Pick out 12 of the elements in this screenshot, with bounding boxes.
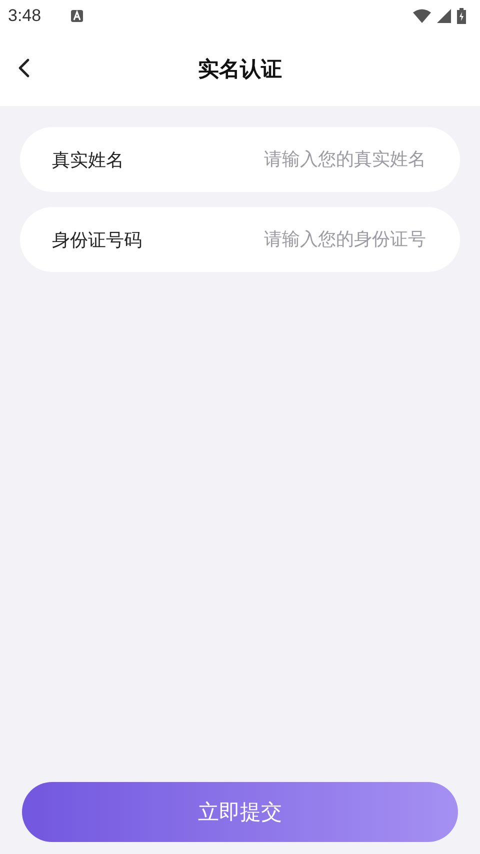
wifi-icon [413, 9, 431, 23]
field-label: 身份证号码 [52, 228, 143, 252]
chevron-left-icon [18, 58, 30, 78]
signal-icon [437, 9, 451, 23]
submit-button[interactable]: 立即提交 [22, 782, 458, 842]
page-title: 实名认证 [198, 56, 282, 83]
field-label: 真实姓名 [52, 148, 125, 172]
status-time: 3:48 [8, 6, 42, 26]
battery-icon [457, 8, 466, 24]
input-field[interactable]: 请输入您的真实姓名 [202, 148, 428, 171]
notification-icon [71, 10, 84, 22]
input-field[interactable]: 请输入您的身份证号 [202, 228, 428, 251]
